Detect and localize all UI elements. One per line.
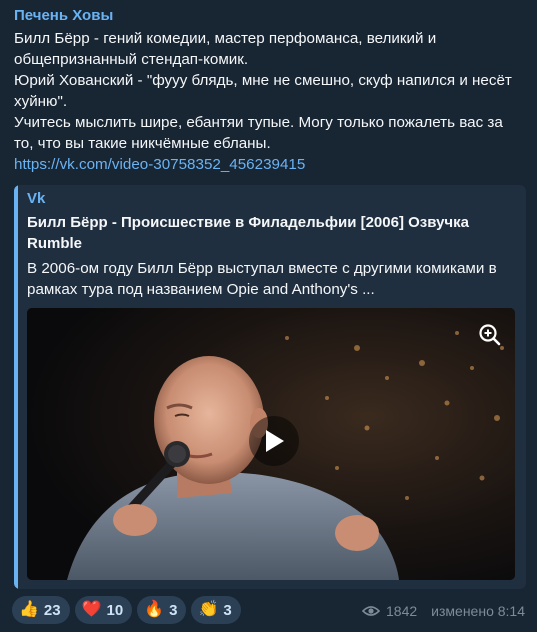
reaction-count: 23 — [43, 601, 61, 619]
reaction-count: 10 — [106, 601, 124, 619]
reaction-count: 3 — [169, 601, 178, 619]
reaction-heart[interactable]: ❤️ 10 — [74, 596, 133, 624]
preview-accent-bar — [14, 185, 18, 589]
heart-icon: ❤️ — [81, 601, 102, 618]
reaction-count: 3 — [223, 601, 232, 619]
zoom-in-icon[interactable] — [477, 322, 503, 348]
message-link[interactable]: https://vk.com/video-30758352_456239415 — [14, 154, 305, 175]
author-name[interactable]: Печень Ховы — [14, 6, 523, 26]
preview-title: Билл Бёрр - Происшествие в Филадельфии [… — [27, 214, 469, 252]
edited-timestamp: изменено 8:14 — [431, 603, 525, 619]
reaction-thumbs-up[interactable]: 👍 23 — [12, 596, 70, 624]
message-bubble: Печень Ховы Билл Бёрр - гений комедии, м… — [0, 0, 537, 632]
reactions-bar: 👍 23 ❤️ 10 🔥 3 👏 3 — [12, 596, 241, 624]
link-preview[interactable]: Vk Билл Бёрр - Происшествие в Филадельфи… — [14, 185, 526, 589]
preview-description: В 2006-ом году Билл Бёрр выступал вместе… — [27, 260, 501, 298]
play-button[interactable] — [249, 416, 299, 466]
clap-icon: 👏 — [198, 601, 219, 618]
play-icon — [266, 430, 284, 452]
video-thumbnail[interactable] — [27, 308, 515, 580]
reaction-clap[interactable]: 👏 3 — [191, 596, 241, 624]
thumbs-up-icon: 👍 — [19, 601, 39, 618]
message-meta: 1842 изменено 8:14 — [362, 603, 525, 619]
message-text: Билл Бёрр - гений комедии, мастер перфом… — [14, 30, 512, 152]
eye-icon — [362, 606, 381, 616]
fire-icon: 🔥 — [144, 601, 165, 618]
preview-site-name: Vk — [27, 190, 46, 207]
reaction-fire[interactable]: 🔥 3 — [137, 596, 187, 624]
view-count: 1842 — [386, 603, 418, 619]
